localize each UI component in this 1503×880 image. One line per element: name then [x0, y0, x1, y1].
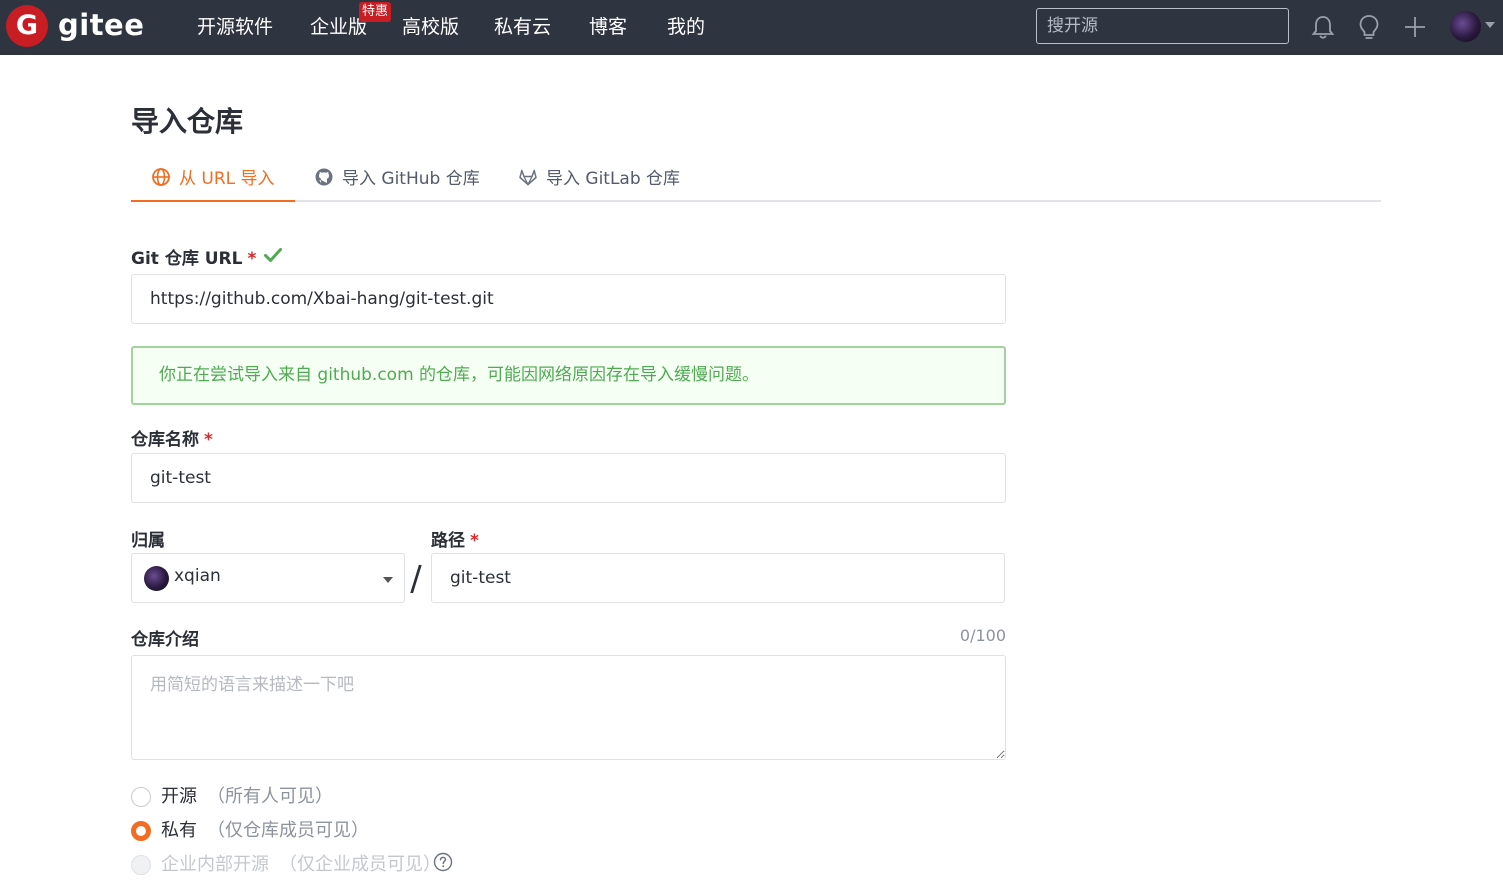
- path-label: 路径 *: [431, 526, 479, 551]
- owner-avatar: [144, 566, 169, 591]
- radio-hint: （仅仓库成员可见）: [207, 820, 369, 841]
- radio-label: 私有 （仅仓库成员可见）: [161, 818, 369, 844]
- nav-open-source[interactable]: 开源软件: [197, 14, 273, 40]
- radio-label-text: 企业内部开源: [161, 854, 269, 875]
- lightbulb-icon[interactable]: [1354, 12, 1384, 42]
- owner-name: xqian: [174, 566, 221, 586]
- visibility-private[interactable]: 私有 （仅仓库成员可见）: [131, 818, 371, 844]
- description-counter: 0/100: [959, 626, 1006, 645]
- visibility-enterprise: 企业内部开源 （仅企业成员可见）: [131, 852, 441, 878]
- import-notice: 你正在尝试导入来自 github.com 的仓库，可能因网络原因存在导入缓慢问题…: [131, 346, 1006, 405]
- hot-badge: 特惠: [359, 2, 392, 22]
- nav-private-cloud[interactable]: 私有云: [494, 14, 551, 40]
- description-label: 仓库介绍: [131, 630, 199, 650]
- repo-name-input[interactable]: [131, 453, 1006, 503]
- logo-letter: G: [15, 10, 39, 41]
- repo-name-label-text: 仓库名称: [131, 430, 199, 450]
- tab-import-github[interactable]: 导入 GitHub 仓库: [314, 160, 480, 202]
- radio-label-text: 开源: [161, 786, 197, 807]
- git-url-input[interactable]: [131, 274, 1006, 324]
- help-icon[interactable]: [433, 852, 453, 872]
- logo-text[interactable]: gitee: [58, 5, 144, 45]
- radio-hint: （仅企业成员可见）: [279, 854, 441, 875]
- url-label: Git 仓库 URL *: [131, 244, 256, 269]
- github-icon: [315, 168, 333, 186]
- tab-import-url[interactable]: 从 URL 导入: [131, 160, 295, 202]
- radio-button[interactable]: [131, 787, 151, 807]
- required-mark: *: [470, 531, 479, 551]
- required-mark: *: [204, 430, 213, 450]
- bell-icon[interactable]: [1308, 12, 1338, 42]
- user-avatar[interactable]: [1450, 11, 1481, 42]
- radio-button: [131, 855, 151, 875]
- gitlab-icon: [519, 169, 537, 186]
- radio-hint: （所有人可见）: [207, 786, 333, 807]
- nav-education[interactable]: 高校版: [402, 14, 459, 40]
- import-tabs: 从 URL 导入 导入 GitHub 仓库 导入 GitLab 仓库: [131, 160, 1381, 202]
- owner-label: 归属: [131, 531, 165, 551]
- url-label-text: Git 仓库 URL: [131, 249, 243, 269]
- radio-label: 企业内部开源 （仅企业成员可见）: [161, 852, 441, 878]
- search-input[interactable]: [1036, 8, 1289, 44]
- check-icon: [264, 248, 282, 262]
- tab-import-gitlab[interactable]: 导入 GitLab 仓库: [518, 160, 680, 202]
- path-label-text: 路径: [431, 531, 465, 551]
- gitee-logo-icon[interactable]: G: [6, 5, 48, 47]
- plus-icon[interactable]: [1400, 12, 1430, 42]
- visibility-public[interactable]: 开源 （所有人可见）: [131, 784, 371, 810]
- tab-label: 导入 GitHub 仓库: [342, 169, 480, 189]
- required-mark: *: [247, 249, 257, 269]
- description-textarea[interactable]: [131, 655, 1006, 760]
- radio-label: 开源 （所有人可见）: [161, 784, 333, 810]
- tab-label: 导入 GitLab 仓库: [546, 169, 681, 189]
- path-separator: /: [410, 559, 422, 599]
- chevron-down-icon[interactable]: [1485, 22, 1495, 28]
- path-input[interactable]: [431, 553, 1005, 603]
- chevron-down-icon: [383, 577, 393, 583]
- radio-button[interactable]: [131, 821, 151, 841]
- top-navbar: G gitee 开源软件 企业版 特惠 高校版 私有云 博客 我的: [0, 0, 1503, 55]
- tab-label: 从 URL 导入: [179, 169, 275, 189]
- page-title: 导入仓库: [131, 105, 244, 138]
- radio-label-text: 私有: [161, 820, 197, 841]
- globe-icon: [152, 168, 170, 186]
- repo-name-label: 仓库名称 *: [131, 425, 213, 450]
- owner-select[interactable]: xqian: [131, 553, 405, 603]
- nav-blog[interactable]: 博客: [589, 14, 627, 40]
- nav-mine[interactable]: 我的: [667, 14, 705, 40]
